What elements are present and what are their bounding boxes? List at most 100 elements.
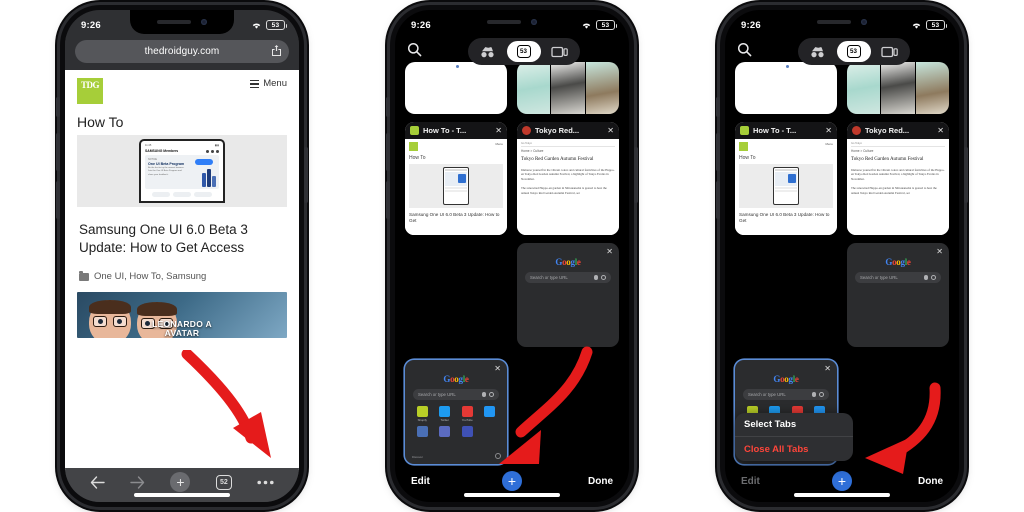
mini-topbar: Go Tokyo [851, 142, 945, 147]
back-arrow-icon[interactable] [90, 475, 105, 489]
article-thumbnail[interactable]: LEONARDO A AVATAR [77, 292, 287, 339]
phone-tab-switcher-menu: 9:26 53 53 How To - T... ✕ Menu How To S… [716, 5, 968, 507]
tab-grid[interactable]: How To - T... ✕ Menu How To Samsung One … [725, 62, 959, 468]
silent-switch[interactable] [386, 97, 390, 117]
power-button[interactable] [634, 147, 638, 203]
google-logo: Google [773, 374, 799, 384]
shortcut-icon[interactable] [416, 426, 428, 437]
address-bar[interactable]: thedroidguy.com [75, 40, 289, 63]
shortcut-item [481, 426, 500, 437]
close-icon[interactable]: ✕ [937, 126, 944, 135]
volume-up-button[interactable] [716, 133, 720, 171]
close-all-tabs-item[interactable]: Close All Tabs [735, 437, 853, 461]
close-icon[interactable]: ✕ [495, 126, 502, 135]
close-icon[interactable]: ✕ [824, 364, 831, 373]
notch [130, 10, 234, 34]
shortcut-icon[interactable] [461, 406, 473, 417]
site-logo[interactable]: TDG [77, 78, 103, 104]
settings-icon[interactable] [495, 453, 501, 459]
mock-promo-body: Be the first to try the newest features.… [148, 167, 185, 176]
google-search-box[interactable]: Search or type URL [743, 389, 829, 400]
google-search-placeholder: Search or type URL [530, 275, 568, 280]
share-icon[interactable] [272, 43, 281, 61]
power-button[interactable] [964, 147, 968, 203]
site-menu-button[interactable]: Menu [250, 78, 287, 90]
tabs-count-value: 53 [516, 45, 531, 58]
phone-tab-switcher: 9:26 53 53 How To - T... ✕ Menu How To S… [386, 5, 638, 507]
omnibox-container: thedroidguy.com [65, 36, 299, 70]
more-options-icon[interactable] [257, 480, 274, 485]
shortcut-icon[interactable] [461, 426, 473, 437]
close-icon[interactable]: ✕ [606, 247, 613, 256]
new-tab-plus-icon[interactable]: + [170, 472, 191, 492]
phone2-screen: 9:26 53 53 How To - T... ✕ Menu How To S… [395, 10, 629, 502]
google-tab-card-selected[interactable]: ✕ Google Search or type URL Shopify Twit… [405, 360, 507, 464]
tab-count-button[interactable]: 52 [215, 474, 232, 490]
microphone-icon [812, 392, 816, 397]
web-page-content[interactable]: TDG Menu How To 11:45 ▮▮▮ SAMSUNG Members [65, 70, 299, 470]
tab-card-how-to[interactable]: How To - T... ✕ Menu How To Samsung One … [405, 122, 507, 235]
article-tags[interactable]: One UI, How To, Samsung [65, 257, 299, 282]
forward-arrow-icon[interactable] [130, 475, 145, 489]
edit-button[interactable]: Edit [411, 476, 430, 487]
mini-headline: Tokyo Red Garden Autumn Festival [851, 157, 924, 162]
close-icon[interactable]: ✕ [825, 126, 832, 135]
mini-category: How To [409, 155, 426, 161]
google-search-box[interactable]: Search or type URL [525, 272, 611, 283]
tabs-count-value: 53 [846, 45, 861, 58]
volume-down-button[interactable] [56, 181, 60, 219]
shortcut-icon[interactable] [439, 406, 451, 417]
shortcut-icon[interactable] [439, 426, 451, 437]
home-indicator[interactable] [134, 493, 230, 497]
home-indicator[interactable] [464, 493, 560, 497]
google-search-box[interactable]: Search or type URL [413, 389, 499, 400]
google-tab-card-right[interactable]: ✕ Google Search or type URL [847, 243, 949, 347]
front-camera [531, 19, 537, 25]
close-icon[interactable]: ✕ [607, 126, 614, 135]
tabs-count-icon[interactable]: 53 [506, 41, 541, 62]
tab-card-tokyo-red[interactable]: Tokyo Red... ✕ Go Tokyo Home > Culture T… [517, 122, 619, 235]
volume-down-button[interactable] [716, 181, 720, 219]
tab-card-how-to[interactable]: How To - T... ✕ Menu How To Samsung One … [735, 122, 837, 235]
incognito-icon[interactable] [471, 41, 505, 62]
front-camera [861, 19, 867, 25]
volume-up-button[interactable] [386, 133, 390, 171]
microphone-icon [482, 392, 486, 397]
done-button[interactable]: Done [588, 476, 613, 487]
home-indicator[interactable] [794, 493, 890, 497]
search-icon[interactable] [407, 42, 422, 62]
shortcut-icon[interactable] [416, 406, 428, 417]
silent-switch[interactable] [716, 97, 720, 117]
mini-paragraph-2: The renowned Happo-en garden in Shirokan… [521, 186, 607, 196]
silent-switch[interactable] [56, 97, 60, 117]
edit-button[interactable]: Edit [741, 476, 760, 487]
tabs-count-icon[interactable]: 53 [836, 41, 871, 62]
google-tab-card-right[interactable]: ✕ Google Search or type URL [517, 243, 619, 347]
power-button[interactable] [304, 147, 308, 203]
desktop-tabs-icon[interactable] [873, 41, 907, 62]
shortcut-icon[interactable] [484, 406, 496, 417]
google-search-placeholder: Search or type URL [418, 392, 456, 397]
mini-caption: Samsung One UI 6.0 Beta 3 Update: How to… [739, 212, 830, 223]
mini-breadcrumb: Home > Culture [851, 149, 874, 153]
tab-grid[interactable]: How To - T... ✕ Menu How To Samsung One … [395, 62, 629, 468]
close-icon[interactable]: ✕ [936, 247, 943, 256]
volume-up-button[interactable] [56, 133, 60, 171]
tab-card-title: Tokyo Red... [865, 126, 910, 135]
select-tabs-item[interactable]: Select Tabs [735, 413, 853, 437]
tab-card-tokyo-red[interactable]: Tokyo Red... ✕ Go Tokyo Home > Culture T… [847, 122, 949, 235]
mini-hero [409, 164, 503, 208]
close-icon[interactable]: ✕ [494, 364, 501, 373]
done-button[interactable]: Done [918, 476, 943, 487]
search-icon[interactable] [737, 42, 752, 62]
volume-down-button[interactable] [386, 181, 390, 219]
mini-paragraph-1: Immerse yourself in the vibrant colors a… [851, 167, 945, 182]
incognito-icon[interactable] [801, 41, 835, 62]
hamburger-icon [250, 78, 260, 90]
mock-appbar-icons [206, 149, 219, 153]
desktop-tabs-icon[interactable] [543, 41, 577, 62]
mock-promo-card: NOTICE One UI Beta Program Be the first … [145, 155, 219, 189]
google-search-box[interactable]: Search or type URL [855, 272, 941, 283]
lens-icon [601, 275, 606, 280]
lens-icon [931, 275, 936, 280]
